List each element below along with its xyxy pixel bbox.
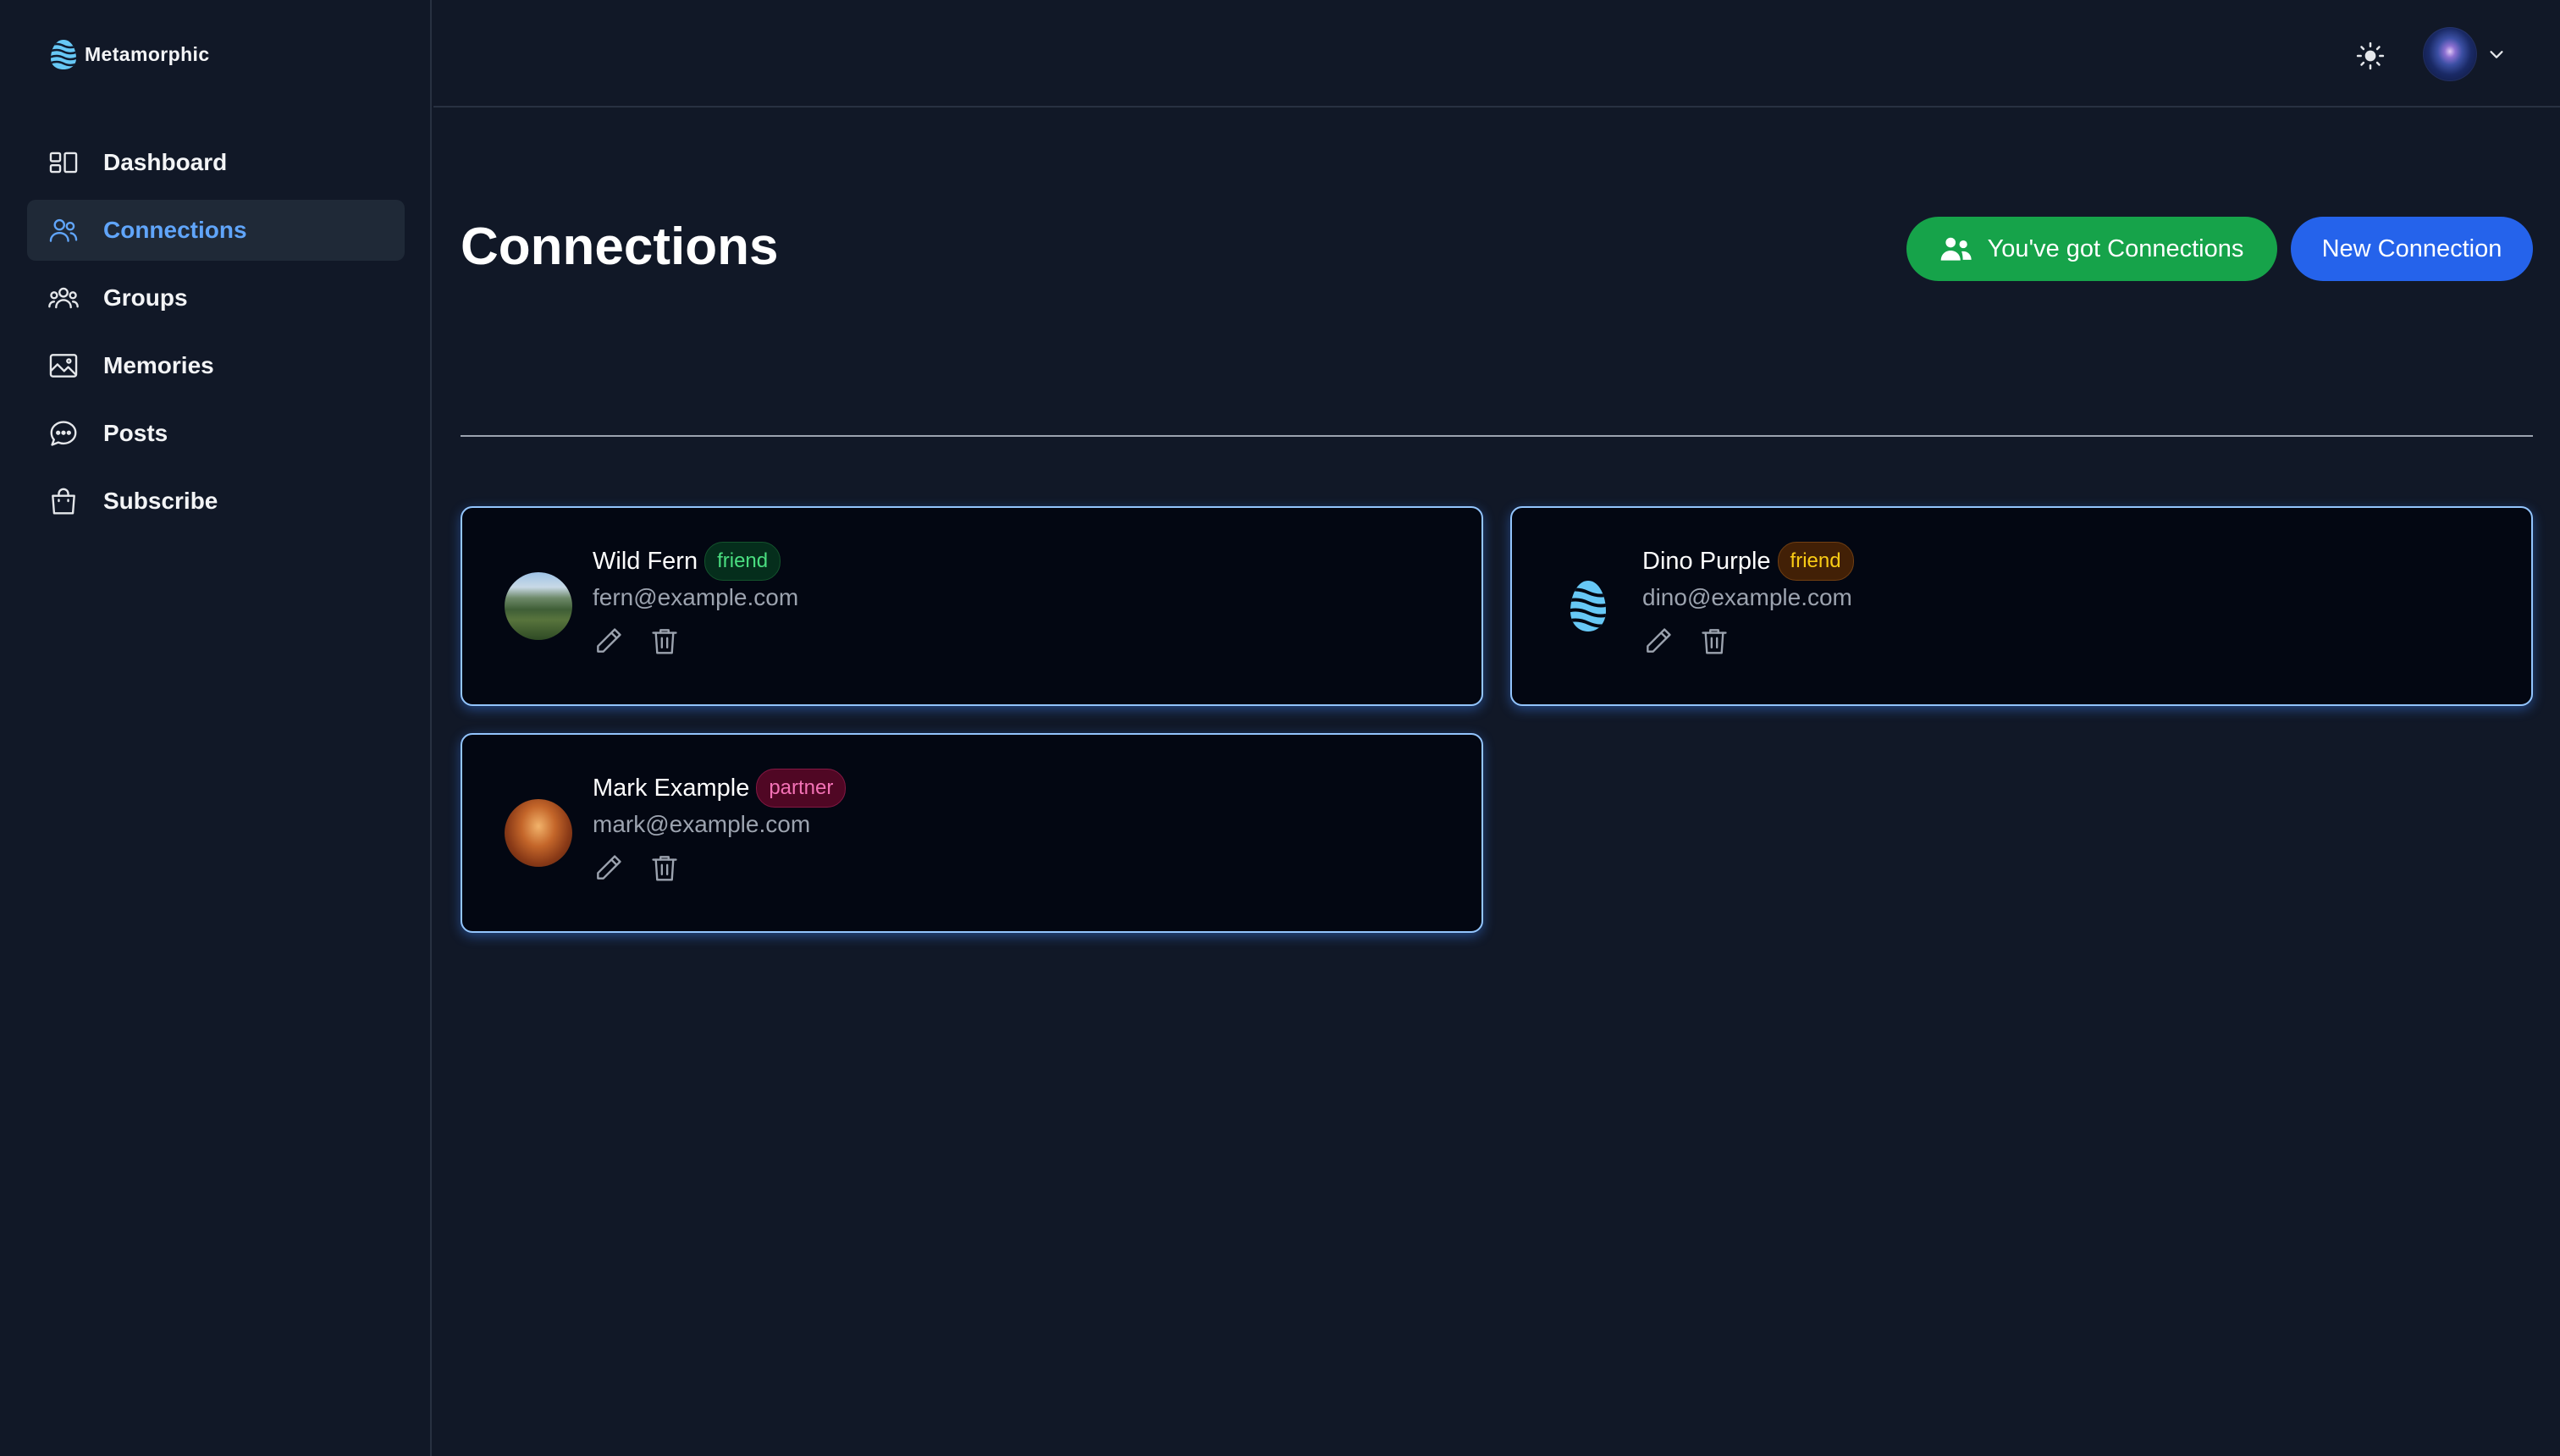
- trash-icon: [652, 629, 677, 654]
- dashboard-icon: [49, 152, 78, 174]
- connection-card: Mark Example partner mark@example.com: [461, 733, 1483, 933]
- edit-connection-button[interactable]: [593, 625, 625, 657]
- sidebar-item-posts[interactable]: Posts: [27, 403, 405, 464]
- user-menu-button[interactable]: [2423, 27, 2506, 81]
- trash-icon: [652, 856, 677, 881]
- delete-connection-button[interactable]: [1698, 625, 1730, 657]
- app-logo[interactable]: Metamorphic: [49, 37, 210, 71]
- new-connection-button[interactable]: New Connection: [2291, 217, 2533, 281]
- user-group-icon: [48, 287, 79, 309]
- connection-label-badge: partner: [756, 769, 847, 808]
- sidebar-item-dashboard[interactable]: Dashboard: [27, 132, 405, 193]
- metamorphic-egg-icon: [1570, 581, 1606, 631]
- sidebar-item-memories[interactable]: Memories: [27, 335, 405, 396]
- connection-label-badge: friend: [704, 542, 781, 581]
- avatar: [1554, 572, 1622, 640]
- connection-name: Mark Example: [593, 774, 750, 802]
- sidebar-item-label: Connections: [103, 217, 247, 243]
- page-title: Connections: [461, 218, 779, 276]
- top-bar: [433, 0, 2560, 108]
- delete-connection-button[interactable]: [648, 625, 681, 657]
- connection-label-badge: friend: [1777, 542, 1854, 581]
- sidebar-item-subscribe[interactable]: Subscribe: [27, 471, 405, 532]
- sidebar-item-label: Groups: [103, 284, 188, 311]
- photo-icon: [49, 354, 78, 378]
- connection-card: Wild Fern friend fern@example.com: [461, 506, 1483, 706]
- metamorphic-logo-icon: [51, 40, 76, 69]
- connection-card: Dino Purple friend dino@example.com: [1510, 506, 2533, 706]
- edit-connection-button[interactable]: [1642, 625, 1674, 657]
- app-root: Metamorphic Dashboard Connections Groups: [0, 0, 2560, 1456]
- sidebar-item-label: Subscribe: [103, 488, 218, 514]
- connection-name: Wild Fern: [593, 547, 698, 575]
- edit-connection-button[interactable]: [593, 852, 625, 884]
- sidebar-item-label: Memories: [103, 352, 214, 378]
- sidebar-item-label: Dashboard: [103, 149, 228, 175]
- pencil-icon: [597, 628, 621, 653]
- avatar: [505, 572, 572, 640]
- connection-card-header: Mark Example partner: [593, 769, 847, 808]
- users-icon: [1940, 237, 1972, 261]
- connection-name: Dino Purple: [1642, 547, 1771, 575]
- chat-bubble-icon: [50, 421, 77, 446]
- trash-icon: [1702, 629, 1727, 654]
- sidebar-item-groups[interactable]: Groups: [27, 267, 405, 328]
- sidebar-item-connections[interactable]: Connections: [27, 200, 405, 261]
- sidebar: Metamorphic Dashboard Connections Groups: [0, 0, 432, 1456]
- theme-toggle-button[interactable]: [2352, 37, 2389, 74]
- pencil-icon: [597, 855, 621, 880]
- chevron-down-icon: [2490, 51, 2503, 58]
- app-name: Metamorphic: [85, 42, 210, 65]
- connection-email: dino@example.com: [1642, 584, 1852, 610]
- connection-card-header: Wild Fern friend: [593, 542, 781, 581]
- avatar: [505, 799, 572, 867]
- connection-actions: [1642, 625, 1730, 657]
- connection-card-header: Dino Purple friend: [1642, 542, 1854, 581]
- section-divider: [461, 435, 2533, 437]
- connections-overview-button[interactable]: You've got Connections: [1906, 217, 2277, 281]
- delete-connection-button[interactable]: [648, 852, 681, 884]
- users-icon: [49, 218, 78, 242]
- sidebar-item-label: Posts: [103, 420, 168, 446]
- avatar: [2423, 27, 2477, 81]
- connection-email: fern@example.com: [593, 584, 799, 610]
- connection-actions: [593, 852, 681, 884]
- sidebar-nav: Dashboard Connections Groups Memories Po…: [27, 132, 405, 538]
- connection-actions: [593, 625, 681, 657]
- pencil-icon: [1647, 628, 1671, 653]
- shopping-bag-icon: [52, 488, 75, 515]
- connections-overview-label: You've got Connections: [1987, 234, 2244, 262]
- sun-icon: [2356, 41, 2385, 70]
- connection-email: mark@example.com: [593, 811, 811, 837]
